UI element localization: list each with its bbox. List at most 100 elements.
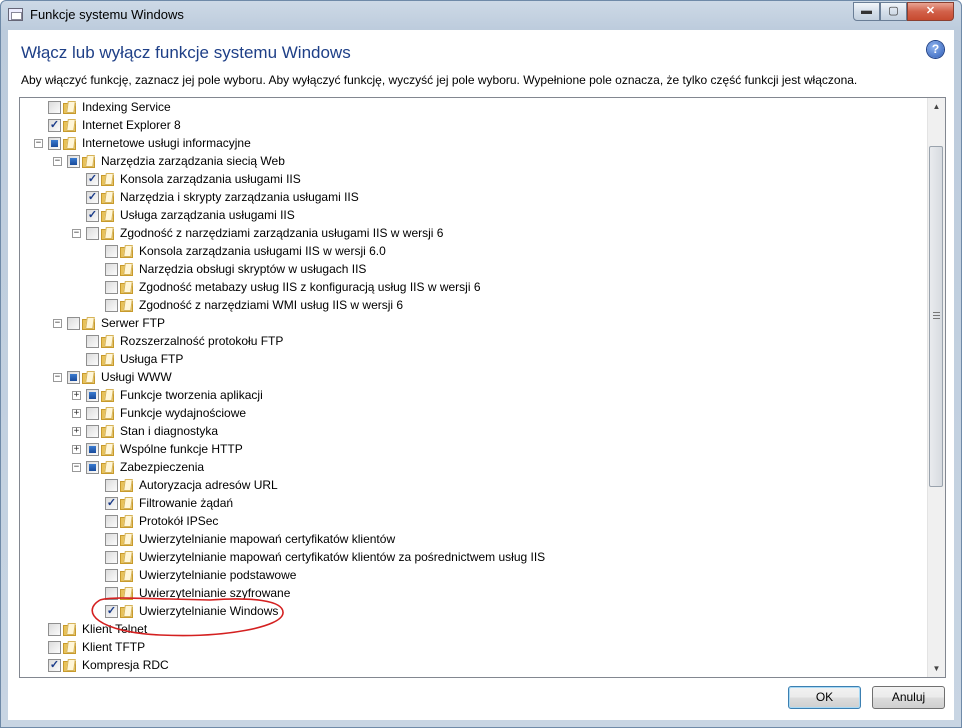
feature-row[interactable] [20,675,925,678]
feature-row[interactable]: − Internetowe usługi informacyjne [20,135,925,153]
feature-checkbox[interactable] [86,353,99,366]
feature-label: Narzędzia obsługi skryptów w usługach II… [139,262,367,276]
feature-row[interactable]: ✓ Uwierzytelnianie Windows [20,603,925,621]
feature-row[interactable]: Protokół IPSec [20,513,925,531]
feature-checkbox[interactable]: ✓ [48,119,61,132]
feature-checkbox[interactable] [48,101,61,114]
feature-checkbox[interactable] [105,263,118,276]
folder-icon [82,371,96,385]
feature-checkbox[interactable] [86,443,99,456]
feature-checkbox[interactable] [86,461,99,474]
feature-row[interactable]: ✓ Filtrowanie żądań [20,495,925,513]
ok-button[interactable]: OK [788,686,861,709]
collapse-icon[interactable]: − [53,319,62,328]
feature-row[interactable]: + Funkcje tworzenia aplikacji [20,387,925,405]
feature-checkbox[interactable]: ✓ [105,605,118,618]
feature-row[interactable]: ✓ Narzędzia i skrypty zarządzania usługam… [20,189,925,207]
feature-checkbox[interactable] [105,281,118,294]
folder-icon [82,155,96,169]
feature-checkbox[interactable] [86,335,99,348]
feature-row[interactable]: ✓ Kompresja RDC [20,657,925,675]
collapse-icon[interactable]: − [53,373,62,382]
help-icon[interactable]: ? [927,41,944,58]
feature-checkbox[interactable] [105,569,118,582]
feature-row[interactable]: Uwierzytelnianie podstawowe [20,567,925,585]
feature-row[interactable]: Indexing Service [20,99,925,117]
features-tree[interactable]: Indexing Service ✓ Internet Explorer 8 − Int… [19,97,946,678]
feature-label: Zabezpieczenia [120,460,205,474]
feature-label: Funkcje wydajnościowe [120,406,247,420]
feature-checkbox[interactable] [105,533,118,546]
feature-row[interactable]: Uwierzytelnianie mapowań certyfikatów kl… [20,549,925,567]
cancel-button[interactable]: Anuluj [872,686,945,709]
feature-checkbox[interactable]: ✓ [86,209,99,222]
feature-row[interactable]: − Zgodność z narzędziami zarządzania usłu… [20,225,925,243]
scroll-down-icon[interactable]: ▼ [928,660,945,677]
feature-row[interactable]: Klient TFTP [20,639,925,657]
feature-checkbox[interactable]: ✓ [48,659,61,672]
feature-row[interactable]: − Serwer FTP [20,315,925,333]
close-button[interactable]: ✕ [907,2,954,21]
feature-row[interactable]: Zgodność metabazy usług IIS z konfigurac… [20,279,925,297]
feature-label: Kompresja RDC [82,658,169,672]
feature-row[interactable]: Konsola zarządzania usługami IIS w wersj… [20,243,925,261]
feature-label: Uwierzytelnianie podstawowe [139,568,297,582]
expand-icon[interactable]: + [72,409,81,418]
feature-checkbox[interactable] [48,137,61,150]
feature-checkbox[interactable] [86,425,99,438]
feature-checkbox[interactable] [67,371,80,384]
feature-row[interactable]: ✓ Usługa zarządzania usługami IIS [20,207,925,225]
expand-icon[interactable]: + [72,427,81,436]
collapse-icon[interactable]: − [34,139,43,148]
feature-checkbox[interactable] [105,587,118,600]
vertical-scrollbar[interactable]: ▲ ▼ [927,98,945,677]
feature-checkbox[interactable]: ✓ [105,497,118,510]
scroll-thumb[interactable] [929,146,943,487]
feature-row[interactable]: − Zabezpieczenia [20,459,925,477]
feature-row[interactable]: Usługa FTP [20,351,925,369]
collapse-icon[interactable]: − [72,229,81,238]
feature-checkbox[interactable] [48,677,61,678]
feature-checkbox[interactable]: ✓ [86,191,99,204]
minimize-button[interactable]: ▬ [853,2,880,21]
feature-checkbox[interactable] [105,551,118,564]
feature-checkbox[interactable] [48,623,61,636]
feature-label: Uwierzytelnianie mapowań certyfikatów kl… [139,550,546,564]
feature-checkbox[interactable]: ✓ [86,173,99,186]
feature-row[interactable]: ✓ Konsola zarządzania usługami IIS [20,171,925,189]
title-bar[interactable]: Funkcje systemu Windows ▬ ▢ ✕ [1,1,961,29]
grip-icon [933,312,940,319]
feature-row[interactable]: Uwierzytelnianie szyfrowane [20,585,925,603]
feature-row[interactable]: Narzędzia obsługi skryptów w usługach II… [20,261,925,279]
feature-checkbox[interactable] [86,227,99,240]
feature-row[interactable]: Klient Telnet [20,621,925,639]
feature-checkbox[interactable] [67,155,80,168]
feature-row[interactable]: + Wspólne funkcje HTTP [20,441,925,459]
feature-checkbox[interactable] [67,317,80,330]
feature-checkbox[interactable] [48,641,61,654]
expand-icon[interactable]: + [72,445,81,454]
feature-row[interactable]: + Funkcje wydajnościowe [20,405,925,423]
feature-row[interactable]: ✓ Internet Explorer 8 [20,117,925,135]
feature-row[interactable]: + Stan i diagnostyka [20,423,925,441]
scroll-up-icon[interactable]: ▲ [928,98,945,115]
maximize-button[interactable]: ▢ [880,2,907,21]
folder-icon [120,551,134,565]
feature-checkbox[interactable] [105,479,118,492]
feature-row[interactable]: Autoryzacja adresów URL [20,477,925,495]
feature-row[interactable]: Uwierzytelnianie mapowań certyfikatów kl… [20,531,925,549]
feature-row[interactable]: Rozszerzalność protokołu FTP [20,333,925,351]
feature-checkbox[interactable] [105,515,118,528]
feature-checkbox[interactable] [86,407,99,420]
feature-checkbox[interactable] [86,389,99,402]
collapse-icon[interactable]: − [72,463,81,472]
collapse-icon[interactable]: − [53,157,62,166]
feature-label: Protokół IPSec [139,514,219,528]
expand-icon[interactable]: + [72,391,81,400]
feature-row[interactable]: − Usługi WWW [20,369,925,387]
feature-row[interactable]: − Narzędzia zarządzania siecią Web [20,153,925,171]
feature-checkbox[interactable] [105,299,118,312]
folder-icon [120,479,134,493]
feature-row[interactable]: Zgodność z narzędziami WMI usług IIS w w… [20,297,925,315]
feature-checkbox[interactable] [105,245,118,258]
